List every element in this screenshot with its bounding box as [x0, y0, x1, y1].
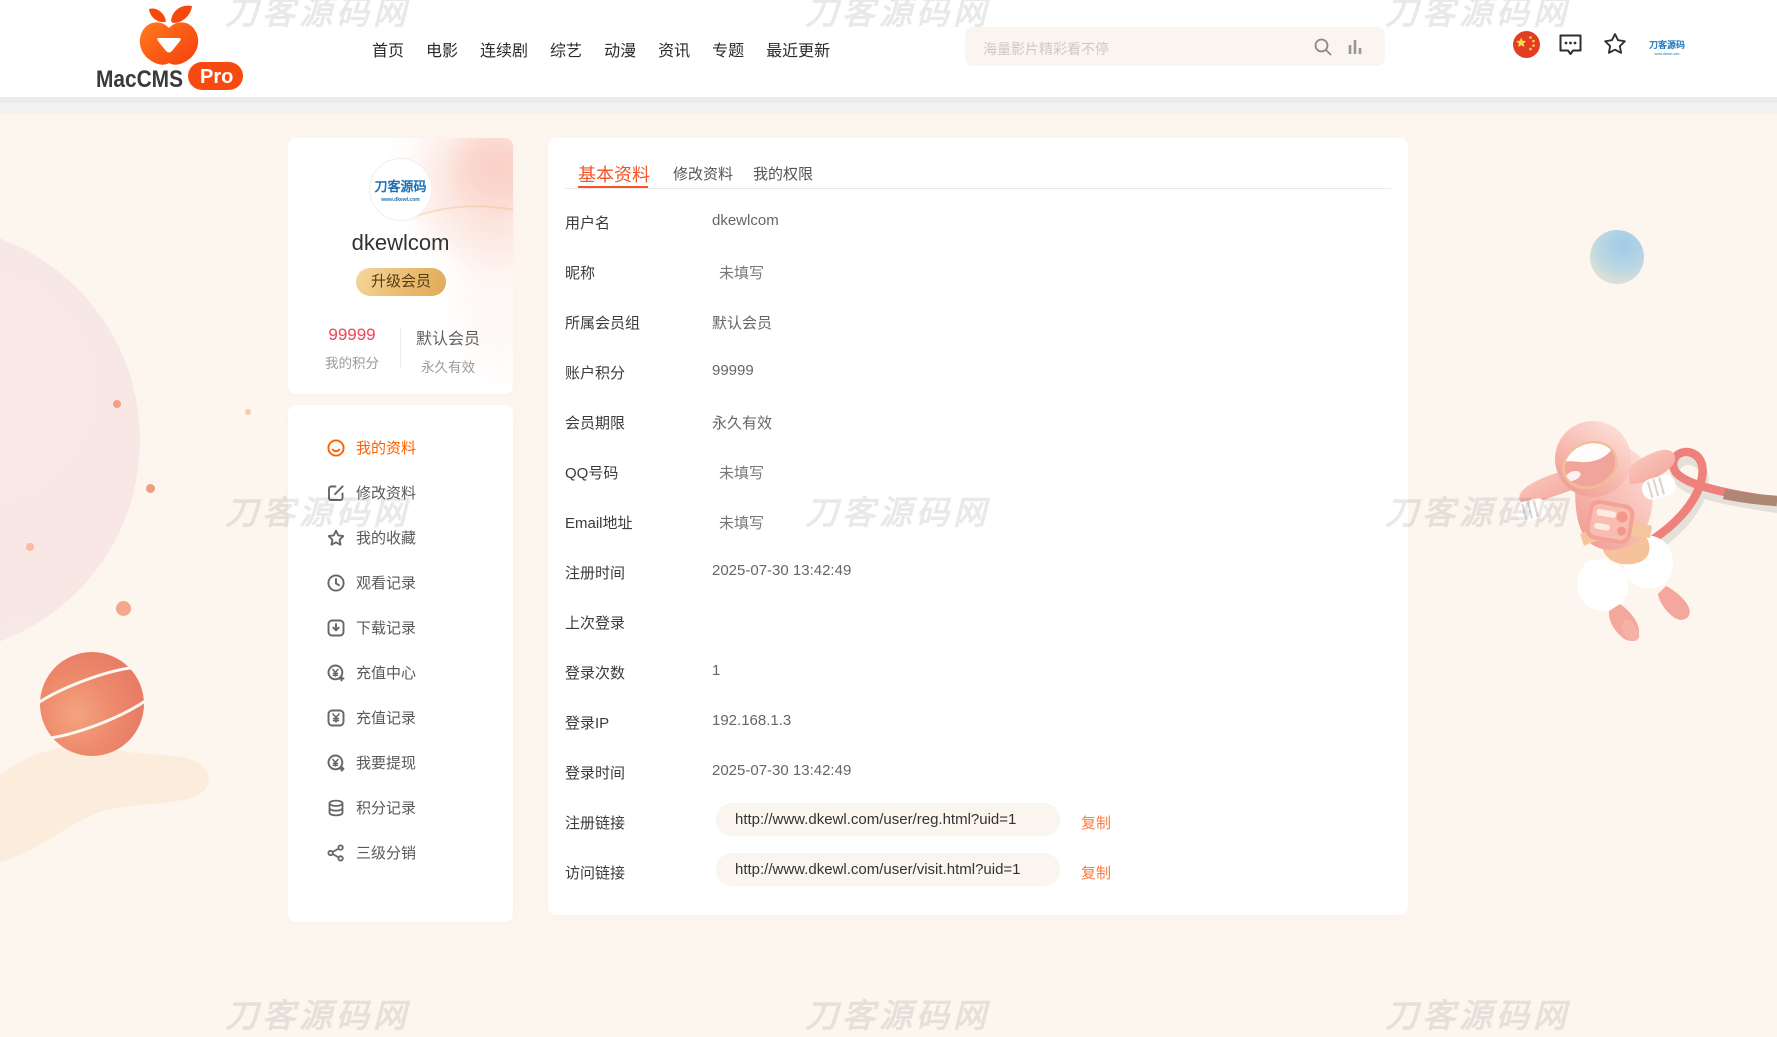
svg-text:MacCMS: MacCMS: [96, 66, 183, 93]
svg-text:Pro: Pro: [200, 66, 233, 88]
